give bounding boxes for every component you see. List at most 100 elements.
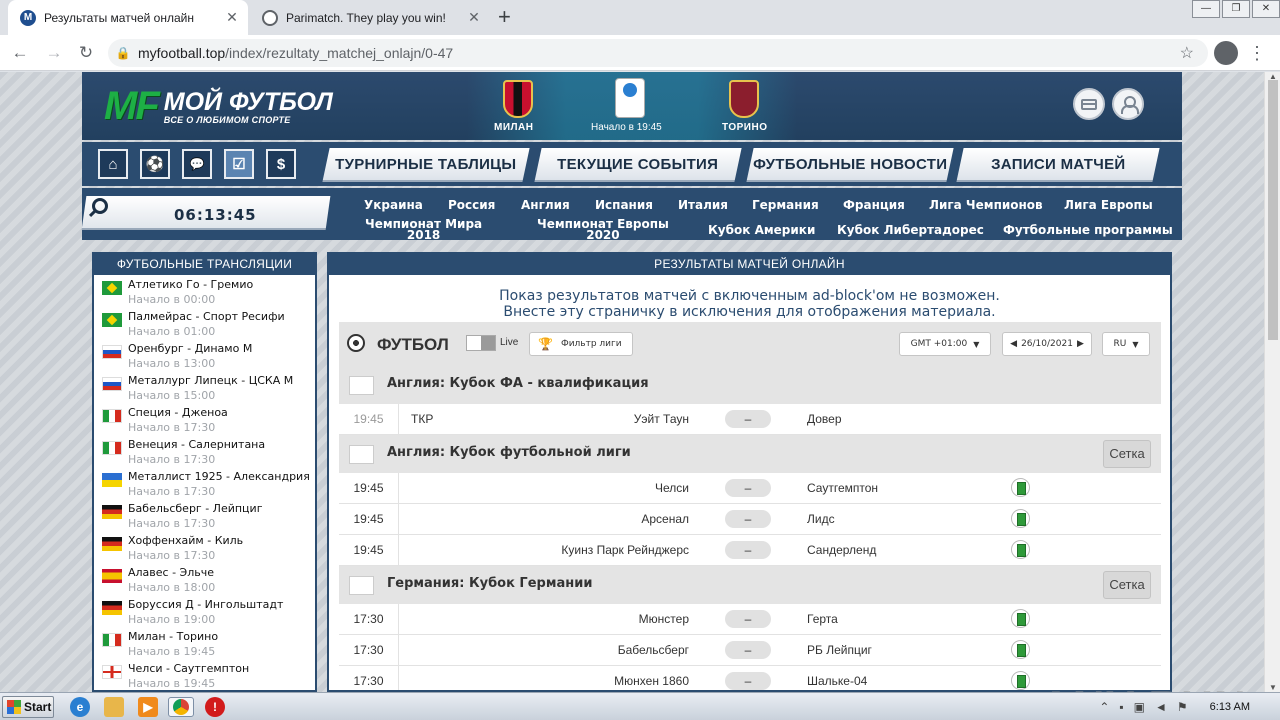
home-team: Куинз Парк Рейнджерс <box>561 543 689 557</box>
match-row[interactable]: 19:45 Арсенал – Лидс <box>339 504 1161 535</box>
pitch-icon[interactable] <box>1011 478 1030 497</box>
back-button[interactable]: ← <box>8 41 32 65</box>
close-tab-icon[interactable]: ✕ <box>464 9 484 26</box>
live-toggle[interactable] <box>466 335 496 351</box>
user-account-button[interactable] <box>1112 88 1144 120</box>
language-select[interactable]: RU ▼ <box>1102 332 1150 356</box>
broadcast-item[interactable]: Боруссия Д - Ингольштадт Начало в 19:00 <box>94 595 315 627</box>
profile-avatar[interactable] <box>1214 41 1238 65</box>
media-player-icon[interactable]: ▶ <box>138 697 158 717</box>
match-row[interactable]: 17:30 Мюнстер – Герта <box>339 604 1161 635</box>
browser-menu-icon[interactable]: ⋮ <box>1248 41 1266 65</box>
league-link-copa-america[interactable]: Кубок Америки <box>708 224 815 236</box>
checklist-icon[interactable]: ☑ <box>224 149 254 179</box>
bookmark-star-icon[interactable]: ☆ <box>1180 43 1194 63</box>
competition-checkbox[interactable] <box>349 445 374 464</box>
competition-checkbox[interactable] <box>349 376 374 395</box>
chat-icon[interactable]: 💬 <box>182 149 212 179</box>
volume-icon[interactable]: ◄ <box>1155 700 1167 714</box>
match-row[interactable]: 17:30 Мюнхен 1860 – Шальке-04 <box>339 666 1161 690</box>
broadcast-item[interactable]: Металлург Липецк - ЦСКА М Начало в 15:00 <box>94 371 315 403</box>
broadcast-item[interactable]: Милан - Торино Начало в 19:45 <box>94 627 315 659</box>
bracket-button[interactable]: Сетка <box>1103 440 1151 468</box>
start-button[interactable]: Start <box>2 696 54 718</box>
league-link-football-programs[interactable]: Футбольные программы <box>1003 224 1173 236</box>
search-icon[interactable] <box>92 198 108 214</box>
competition-header: Германия: Кубок Германии Сетка <box>339 566 1161 604</box>
menu-tournament-tables[interactable]: ТУРНИРНЫЕ ТАБЛИЦЫ <box>322 148 530 182</box>
minimize-button[interactable]: — <box>1192 0 1220 18</box>
security-icon[interactable]: ! <box>205 697 225 717</box>
league-link-ukraine[interactable]: Украина <box>364 199 423 211</box>
menu-current-events[interactable]: ТЕКУЩИЕ СОБЫТИЯ <box>534 148 742 182</box>
pitch-icon[interactable] <box>1011 640 1030 659</box>
timezone-select[interactable]: GMT +01:00 ▼ <box>899 332 991 356</box>
tab-results[interactable]: M Результаты матчей онлайн ✕ <box>8 0 248 35</box>
flag-icon[interactable]: ⚑ <box>1177 700 1188 714</box>
next-date-icon[interactable]: ▶ <box>1077 339 1084 349</box>
broadcast-item[interactable]: Металлист 1925 - Александрия Начало в 17:… <box>94 467 315 499</box>
forward-button[interactable]: → <box>42 41 66 65</box>
broadcast-item[interactable]: Атлетико Го - Гремио Начало в 00:00 <box>94 275 315 307</box>
broadcast-item[interactable]: Специя - Дженоа Начало в 17:30 <box>94 403 315 435</box>
league-link-england[interactable]: Англия <box>521 199 570 211</box>
tray-expand-icon[interactable]: ⌃ <box>1099 700 1109 714</box>
league-link-libertadores[interactable]: Кубок Либертадорес <box>837 224 984 236</box>
broadcast-item[interactable]: Венеция - Салернитана Начало в 17:30 <box>94 435 315 467</box>
broadcast-item[interactable]: Бабельсберг - Лейпциг Начало в 17:30 <box>94 499 315 531</box>
league-link-euro[interactable]: Чемпионат Европы 2020 <box>537 218 669 241</box>
explorer-folder-icon[interactable] <box>104 697 124 717</box>
broadcast-item[interactable]: Палмейрас - Спорт Ресифи Начало в 01:00 <box>94 307 315 339</box>
dollar-icon[interactable]: $ <box>266 149 296 179</box>
home-icon[interactable]: ⌂ <box>98 149 128 179</box>
site-logo[interactable]: MF МОЙ ФУТБОЛ ВСЕ О ЛЮБИМОМ СПОРТЕ <box>104 84 333 129</box>
league-link-russia[interactable]: Россия <box>448 199 495 211</box>
close-tab-icon[interactable]: ✕ <box>222 9 242 26</box>
scrollbar-thumb[interactable] <box>1268 80 1278 340</box>
maximize-button[interactable]: ❐ <box>1222 0 1250 18</box>
country-flag-icon <box>102 441 122 455</box>
pitch-icon[interactable] <box>1011 609 1030 628</box>
network-icon[interactable]: ▣ <box>1134 700 1145 714</box>
broadcast-item[interactable]: Челси - Саутгемптон Начало в 19:45 <box>94 659 315 690</box>
league-link-spain[interactable]: Испания <box>595 199 653 211</box>
match-row[interactable]: 19:45 ТКР Уэйт Таун – Довер <box>339 404 1161 435</box>
bracket-button[interactable]: Сетка <box>1103 571 1151 599</box>
match-row[interactable]: 19:45 Куинз Парк Рейнджерс – Сандерленд <box>339 535 1161 566</box>
tray-app-icon[interactable]: ▪ <box>1119 700 1123 714</box>
broadcast-item[interactable]: Алавес - Эльче Начало в 18:00 <box>94 563 315 595</box>
league-filter-button[interactable]: 🏆 Фильтр лиги <box>529 332 633 356</box>
chrome-taskbar-button[interactable] <box>168 697 194 717</box>
scroll-down-icon[interactable]: ▼ <box>1265 683 1280 692</box>
payment-card-button[interactable] <box>1073 88 1105 120</box>
match-row[interactable]: 19:45 Челси – Саутгемптон <box>339 473 1161 504</box>
reload-button[interactable]: ↻ <box>74 41 98 65</box>
menu-label: ТУРНИРНЫЕ ТАБЛИЦЫ <box>335 155 517 173</box>
featured-match-banner[interactable]: МИЛАН Начало в 19:45 ТОРИНО <box>467 72 797 140</box>
pitch-icon[interactable] <box>1011 509 1030 528</box>
pitch-icon[interactable] <box>1011 671 1030 690</box>
date-picker[interactable]: ◀ 26/10/2021 ▶ <box>1002 332 1092 356</box>
country-flag-icon <box>102 665 122 679</box>
ball-icon[interactable]: ⚽ <box>140 149 170 179</box>
address-bar[interactable]: 🔒 myfootball.top/index/rezultaty_matchej… <box>108 39 1208 67</box>
tab-parimatch[interactable]: Parimatch. They play you win! ✕ <box>250 0 490 35</box>
menu-football-news[interactable]: ФУТБОЛЬНЫЕ НОВОСТИ <box>746 148 954 182</box>
prev-date-icon[interactable]: ◀ <box>1010 339 1017 349</box>
close-window-button[interactable]: ✕ <box>1252 0 1280 18</box>
league-link-france[interactable]: Франция <box>843 199 905 211</box>
league-link-world-cup[interactable]: Чемпионат Мира 2018 <box>365 218 482 241</box>
league-link-italy[interactable]: Италия <box>678 199 728 211</box>
league-link-germany[interactable]: Германия <box>752 199 819 211</box>
league-link-europa-league[interactable]: Лига Европы <box>1064 199 1153 211</box>
pitch-icon[interactable] <box>1011 540 1030 559</box>
league-link-champions-league[interactable]: Лига Чемпионов <box>929 199 1043 211</box>
broadcast-item[interactable]: Оренбург - Динамо М Начало в 13:00 <box>94 339 315 371</box>
new-tab-button[interactable]: + <box>498 6 511 28</box>
menu-match-recordings[interactable]: ЗАПИСИ МАТЧЕЙ <box>956 148 1160 182</box>
competition-checkbox[interactable] <box>349 576 374 595</box>
match-row[interactable]: 17:30 Бабельсберг – РБ Лейпциг <box>339 635 1161 666</box>
page-scrollbar[interactable]: ▲ ▼ <box>1264 72 1280 692</box>
ie-icon[interactable]: e <box>70 697 90 717</box>
broadcast-item[interactable]: Хоффенхайм - Киль Начало в 17:30 <box>94 531 315 563</box>
